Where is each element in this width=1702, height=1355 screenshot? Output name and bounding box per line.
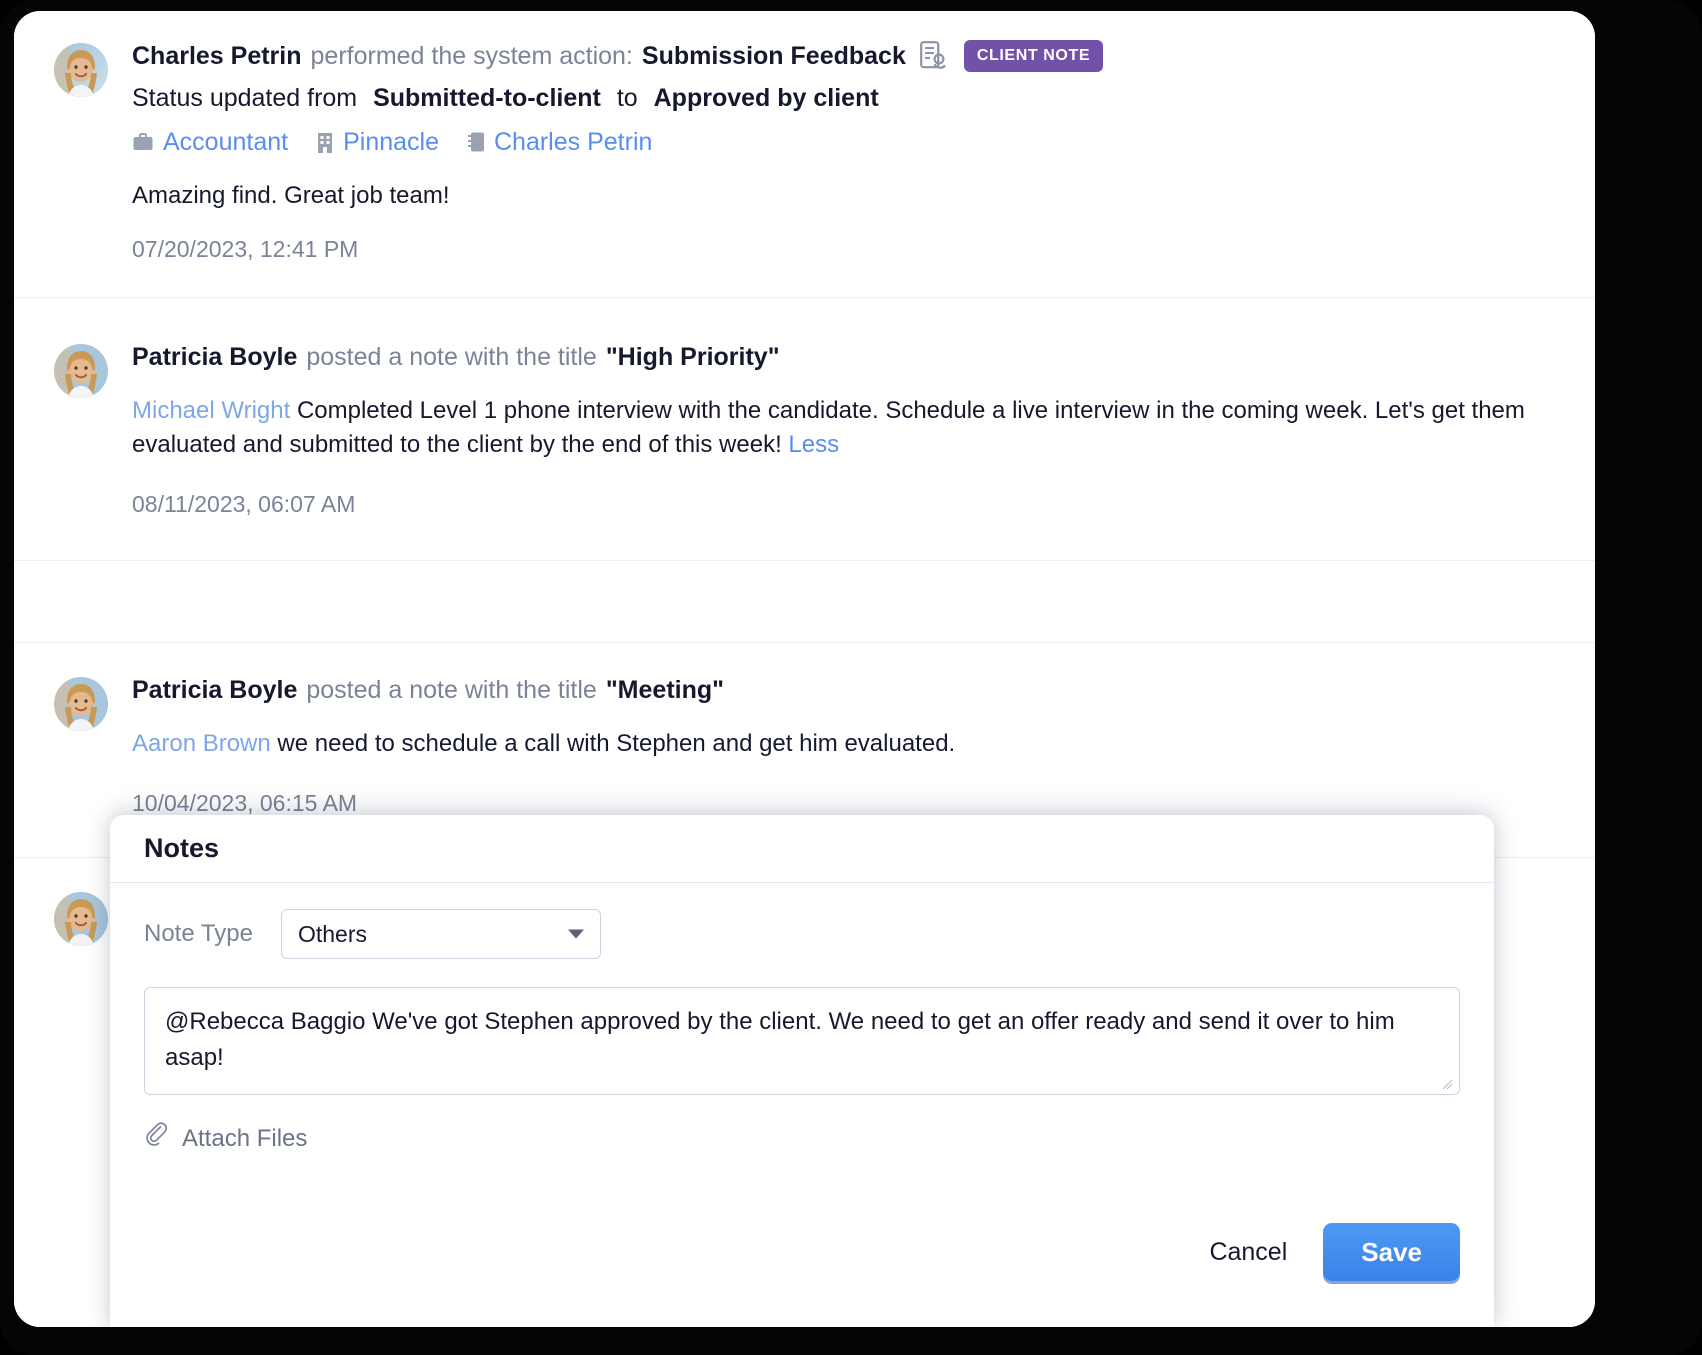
notes-modal-footer: Cancel Save bbox=[1191, 1223, 1460, 1281]
entry-author: Charles Petrin bbox=[132, 42, 302, 70]
entry-author: Patricia Boyle bbox=[132, 676, 298, 704]
entry-timestamp: 10/04/2023, 06:15 AM bbox=[132, 790, 358, 816]
entry-links-row: Accountant Pinnacle Charles Petrin bbox=[132, 127, 1555, 157]
entry-action-text: posted a note with the title bbox=[306, 343, 597, 371]
note-type-label: Note Type bbox=[144, 920, 253, 947]
notes-modal-header: Notes bbox=[110, 815, 1494, 883]
link-label: Pinnacle bbox=[343, 128, 439, 156]
avatar bbox=[54, 43, 108, 97]
status-prefix: Status updated from bbox=[132, 84, 358, 112]
attach-files-label: Attach Files bbox=[182, 1124, 308, 1152]
note-textarea[interactable] bbox=[144, 987, 1460, 1095]
entry-action-text: performed the system action: bbox=[310, 42, 633, 70]
avatar bbox=[54, 344, 108, 398]
entry-action-target: Submission Feedback bbox=[641, 42, 906, 70]
less-toggle[interactable]: Less bbox=[788, 431, 839, 458]
status-badge: CLIENT NOTE bbox=[963, 40, 1104, 72]
mention-link[interactable]: Aaron Brown bbox=[132, 730, 271, 757]
note-type-select[interactable]: Others bbox=[280, 909, 601, 959]
entry-headline: Patricia Boyle posted a note with the ti… bbox=[132, 673, 1555, 707]
entry-author: Patricia Boyle bbox=[132, 343, 298, 371]
building-icon bbox=[316, 131, 334, 153]
entry-note-text: Amazing find. Great job team! bbox=[132, 182, 450, 209]
entry-note-text: Michael Wright Completed Level 1 phone i… bbox=[132, 394, 1555, 462]
entry-headline: Charles Petrin performed the system acti… bbox=[132, 39, 1555, 73]
entry-timestamp: 07/20/2023, 12:41 PM bbox=[132, 236, 359, 262]
notes-modal-body: Note Type Others @Rebecca Baggio We've g… bbox=[110, 883, 1494, 1155]
entry-timestamp: 08/11/2023, 06:07 AM bbox=[132, 491, 356, 517]
entry-body: Patricia Boyle posted a note with the ti… bbox=[132, 340, 1555, 518]
chevron-down-icon bbox=[567, 929, 584, 939]
avatar bbox=[54, 677, 108, 731]
entry-headline: Patricia Boyle posted a note with the ti… bbox=[132, 340, 1555, 374]
entry-status-line: Status updated from Submitted-to-client … bbox=[132, 81, 1555, 115]
avatar bbox=[54, 892, 108, 946]
feed-entry-high-priority: Patricia Boyle posted a note with the ti… bbox=[14, 298, 1595, 561]
cancel-button[interactable]: Cancel bbox=[1191, 1228, 1305, 1277]
feed-entry-system-action: Charles Petrin performed the system acti… bbox=[14, 11, 1595, 298]
link-accountant[interactable]: Accountant bbox=[132, 127, 288, 157]
entry-action-target: "Meeting" bbox=[605, 676, 724, 704]
device-frame: Charles Petrin performed the system acti… bbox=[0, 0, 1702, 1355]
status-mid: to bbox=[616, 84, 638, 112]
entry-action-text: posted a note with the title bbox=[306, 676, 597, 704]
briefcase-icon bbox=[132, 131, 154, 153]
status-from: Submitted-to-client bbox=[373, 84, 601, 112]
note-body: we need to schedule a call with Stephen … bbox=[270, 730, 956, 757]
attach-files-button[interactable]: Attach Files bbox=[144, 1122, 307, 1155]
notes-modal: Notes Note Type Others @Rebecca Baggio W… bbox=[110, 815, 1494, 1327]
submission-feedback-icon[interactable] bbox=[919, 41, 948, 71]
contact-card-icon bbox=[467, 131, 485, 153]
activity-feed-card: Charles Petrin performed the system acti… bbox=[14, 11, 1595, 1327]
paperclip-icon bbox=[144, 1122, 170, 1155]
save-button[interactable]: Save bbox=[1323, 1223, 1460, 1281]
note-type-row: Note Type Others bbox=[144, 909, 1460, 959]
link-pinnacle[interactable]: Pinnacle bbox=[316, 127, 439, 157]
link-label: Charles Petrin bbox=[494, 128, 653, 156]
feed-spacer-row bbox=[14, 561, 1595, 643]
entry-body: Charles Petrin performed the system acti… bbox=[132, 39, 1555, 263]
entry-action-target: "High Priority" bbox=[605, 343, 780, 371]
mention-link[interactable]: Michael Wright bbox=[132, 397, 290, 424]
status-to: Approved by client bbox=[653, 84, 879, 112]
note-type-value: Others bbox=[297, 920, 367, 947]
entry-note-text: Aaron Brown we need to schedule a call w… bbox=[132, 727, 1555, 761]
link-charles-petrin[interactable]: Charles Petrin bbox=[467, 127, 652, 157]
link-label: Accountant bbox=[163, 128, 289, 156]
entry-body: Patricia Boyle posted a note with the ti… bbox=[132, 673, 1555, 817]
modal-title: Notes bbox=[144, 833, 220, 863]
